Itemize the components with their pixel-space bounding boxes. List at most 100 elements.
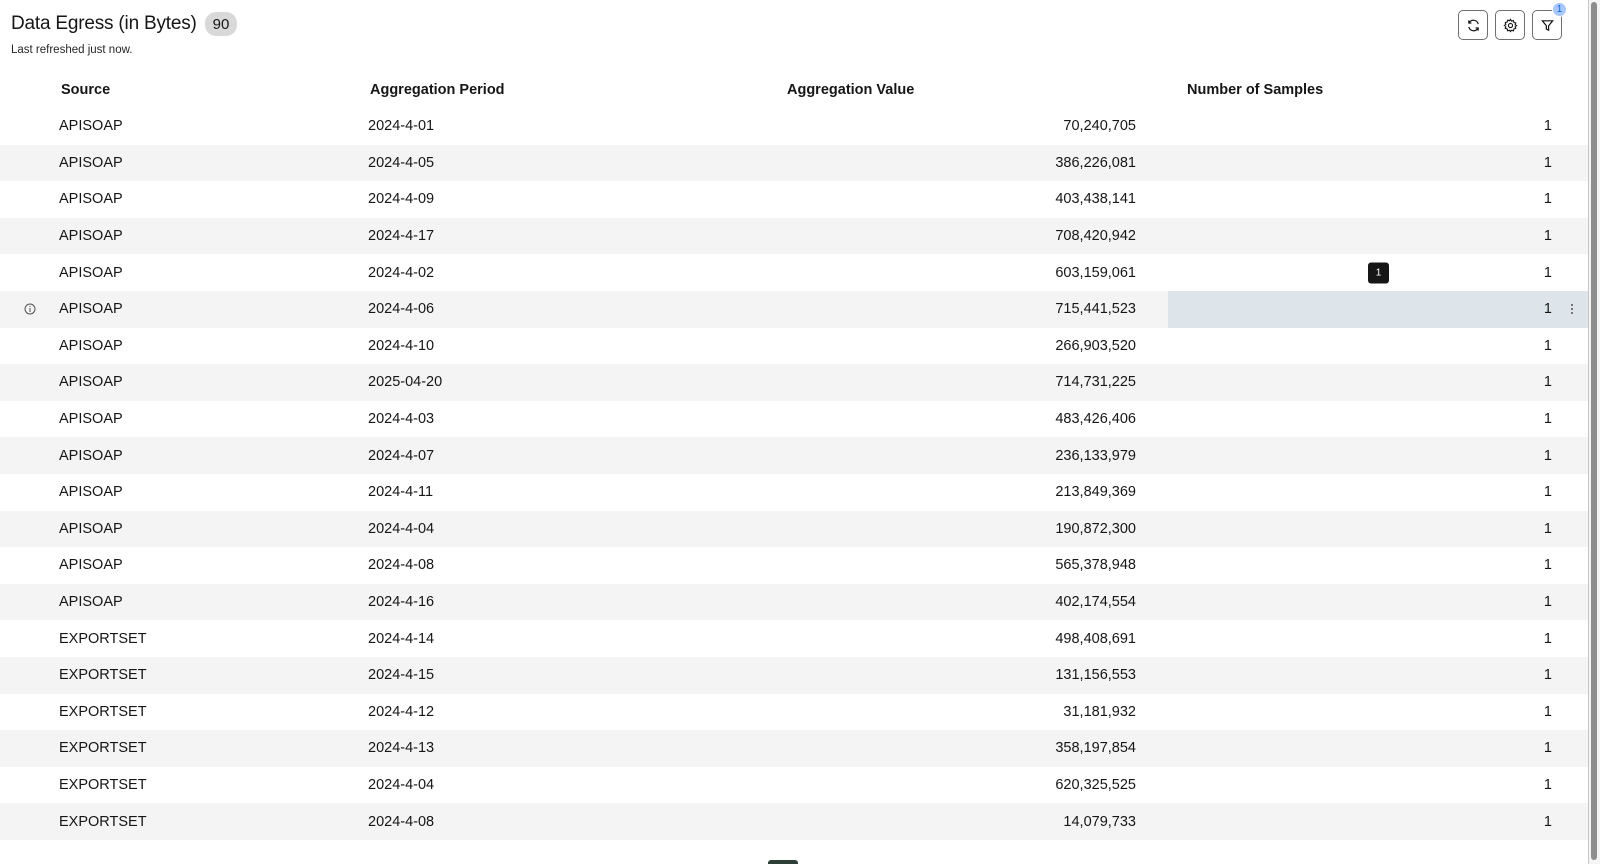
cell-source: APISOAP [59,228,123,245]
column-header-aggregation-period[interactable]: Aggregation Period [370,72,505,108]
table-row[interactable]: APISOAP 2024-4-04 190,872,300 1 [0,510,1588,548]
table-row[interactable]: APISOAP 2024-4-17 708,420,942 1 [0,217,1588,255]
table-row[interactable]: APISOAP 2024-4-01 70,240,705 1 [0,108,1588,145]
cell-aggregation-period: 2024-4-13 [368,740,435,757]
cell-aggregation-period: 2024-4-10 [368,337,435,354]
cell-number-of-samples: 1 [1543,374,1552,391]
cell-aggregation-period: 2024-4-16 [368,594,435,611]
cell-aggregation-value: 483,426,406 [1055,411,1136,428]
filter-count-badge: 1 [1552,2,1567,17]
column-header-source[interactable]: Source [61,72,110,108]
cell-source: APISOAP [59,264,123,281]
table-row[interactable]: EXPORTSET 2024-4-15 131,156,553 1 [0,656,1588,694]
cell-number-of-samples: 1 [1543,191,1552,208]
cell-number-of-samples: 1 [1543,667,1552,684]
overflow-menu-icon[interactable] [1570,303,1574,315]
page-title: Data Egress (in Bytes) [11,13,197,34]
cell-source: APISOAP [59,191,123,208]
cell-source: APISOAP [59,337,123,354]
info-icon[interactable] [24,303,36,315]
filter-button[interactable]: 1 [1532,2,1567,40]
table-row[interactable]: APISOAP 2024-4-03 483,426,406 1 [0,401,1588,438]
cell-aggregation-period: 2025-04-20 [368,374,443,391]
cell-aggregation-value: 190,872,300 [1055,520,1136,537]
last-refreshed-text: Last refreshed just now. [11,44,133,56]
table-row[interactable]: APISOAP 2024-4-10 266,903,520 1 [0,328,1588,365]
table-row[interactable]: EXPORTSET 2024-4-14 498,408,691 1 [0,620,1588,657]
cell-source: APISOAP [59,520,123,537]
cell-source: APISOAP [59,557,123,574]
cell-aggregation-value: 358,197,854 [1055,740,1136,757]
cell-source: APISOAP [59,594,123,611]
cell-aggregation-value: 498,408,691 [1055,630,1136,647]
cell-aggregation-value: 565,378,948 [1055,557,1136,574]
cell-source: EXPORTSET [59,740,147,757]
table-row[interactable]: EXPORTSET 2024-4-13 358,197,854 1 [0,730,1588,767]
cell-aggregation-value: 715,441,523 [1055,301,1136,318]
vertical-scrollbar[interactable] [1588,0,1600,864]
cell-source: APISOAP [59,154,123,171]
column-header-aggregation-value[interactable]: Aggregation Value [787,72,914,108]
table-row[interactable]: APISOAP 2025-04-20 714,731,225 1 [0,364,1588,401]
refresh-button[interactable] [1458,10,1488,40]
column-header-number-of-samples[interactable]: Number of Samples [1187,72,1323,108]
cell-aggregation-value: 714,731,225 [1055,374,1136,391]
cell-aggregation-value: 213,849,369 [1055,484,1136,501]
table-row[interactable]: APISOAP 2024-4-07 236,133,979 1 [0,437,1588,474]
cell-number-of-samples: 1 [1543,118,1552,135]
cell-source: APISOAP [59,301,123,318]
gear-icon [1502,17,1518,33]
cell-tooltip: 1 [1368,262,1389,284]
table-row[interactable]: EXPORTSET 2024-4-08 14,079,733 1 [0,803,1588,840]
data-table: Source Aggregation Period Aggregation Va… [0,72,1588,840]
selected-cell-highlight [1168,290,1588,328]
cell-source: APISOAP [59,484,123,501]
table-header: Source Aggregation Period Aggregation Va… [0,72,1588,108]
cell-aggregation-value: 403,438,141 [1055,191,1136,208]
cell-aggregation-period: 2024-4-05 [368,154,435,171]
cell-aggregation-period: 2024-4-11 [368,484,434,501]
table-row[interactable]: APISOAP 2024-4-02 603,159,061 1 1 [0,254,1588,291]
cell-aggregation-period: 2024-4-01 [368,118,435,135]
cell-source: APISOAP [59,411,123,428]
cell-aggregation-period: 2024-4-04 [368,776,435,793]
cell-number-of-samples: 1 [1543,337,1552,354]
cell-aggregation-value: 70,240,705 [1063,118,1136,135]
filter-icon [1540,19,1554,31]
toolbar: 1 [1458,2,1567,40]
table-row[interactable]: APISOAP 2024-4-09 403,438,141 1 [0,181,1588,218]
cell-aggregation-period: 2024-4-12 [368,703,435,720]
cell-number-of-samples: 1 [1543,301,1552,318]
settings-button[interactable] [1495,10,1525,40]
cell-number-of-samples: 1 [1543,557,1552,574]
cell-aggregation-period: 2024-4-15 [368,667,435,684]
table-body: APISOAP 2024-4-01 70,240,705 1 APISOAP 2024-4… [0,108,1588,840]
cell-number-of-samples: 1 [1543,520,1552,537]
table-row[interactable]: APISOAP 2024-4-08 565,378,948 1 [0,547,1588,584]
count-badge: 90 [204,12,238,36]
table-row[interactable]: APISOAP 2024-4-11 213,849,369 1 [0,474,1588,511]
table-row[interactable]: EXPORTSET 2024-4-12 31,181,932 1 [0,694,1588,731]
cell-source: EXPORTSET [59,703,147,720]
cell-number-of-samples: 1 [1543,776,1552,793]
scrollbar-thumb[interactable] [1591,2,1597,860]
cell-aggregation-value: 14,079,733 [1063,813,1136,830]
cell-aggregation-period: 2024-4-04 [368,520,435,537]
cell-aggregation-value: 708,420,942 [1055,228,1136,245]
cell-aggregation-period: 2024-4-02 [368,264,435,281]
table-row[interactable]: EXPORTSET 2024-4-04 620,325,525 1 [0,767,1588,804]
cell-aggregation-value: 266,903,520 [1055,337,1136,354]
table-row[interactable]: APISOAP 2024-4-06 715,441,523 1 [0,290,1588,328]
cell-aggregation-value: 236,133,979 [1055,447,1136,464]
cell-number-of-samples: 1 [1543,813,1552,830]
cell-aggregation-value: 402,174,554 [1055,594,1136,611]
cell-number-of-samples: 1 [1543,484,1552,501]
cell-number-of-samples: 1 [1543,411,1552,428]
table-row[interactable]: APISOAP 2024-4-16 402,174,554 1 [0,583,1588,621]
cell-number-of-samples: 1 [1543,264,1552,281]
table-row[interactable]: APISOAP 2024-4-05 386,226,081 1 [0,144,1588,182]
cell-number-of-samples: 1 [1543,594,1552,611]
cell-source: EXPORTSET [59,630,147,647]
cell-source: EXPORTSET [59,667,147,684]
cell-number-of-samples: 1 [1543,740,1552,757]
